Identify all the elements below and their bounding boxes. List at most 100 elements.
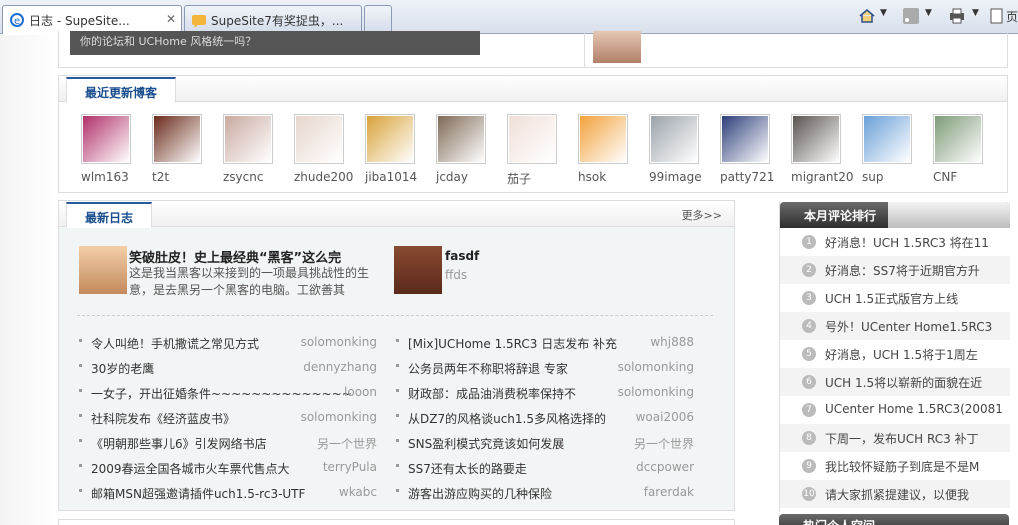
home-icon[interactable]: [858, 6, 876, 26]
blogger-name[interactable]: sup: [862, 170, 926, 184]
print-icon[interactable]: [948, 6, 966, 26]
log-title-link[interactable]: 财政部：成品油消费税率保持不: [408, 385, 576, 402]
log-list-item: SS7还有太长的路要走 dccpower: [396, 458, 694, 478]
chevron-down-icon[interactable]: ▼: [925, 8, 932, 28]
blogger-avatar[interactable]: [933, 114, 983, 164]
log-author-link[interactable]: terryPula: [323, 460, 377, 474]
blogger-item[interactable]: t2t: [152, 114, 216, 184]
log-author-link[interactable]: woai2006: [636, 410, 694, 424]
top-banner[interactable]: 你的论坛和 UCHome 风格统一吗？: [70, 31, 480, 55]
blogger-name[interactable]: jiba1014: [365, 170, 429, 184]
blogger-name[interactable]: zsycnc: [223, 170, 287, 184]
blogger-item[interactable]: zhude200: [294, 114, 358, 184]
log-author-link[interactable]: 另一个世界: [634, 435, 694, 452]
avatar-image: [296, 116, 342, 162]
rank-item-link[interactable]: UCenter Home 1.5RC3(20081: [825, 402, 1008, 416]
rank-item-link[interactable]: 请大家抓紧提建议，以便我: [825, 486, 1008, 503]
blogger-item[interactable]: jcday: [436, 114, 500, 184]
close-tab-icon[interactable]: ✕: [166, 12, 176, 26]
log-title-link[interactable]: 游客出游应购买的几种保险: [408, 485, 552, 502]
blogger-name[interactable]: migrant20: [791, 170, 855, 184]
log-title-link[interactable]: 社科院发布《经济蓝皮书》: [91, 410, 235, 427]
log-title-link[interactable]: 公务员两年不称职将辞退 专家: [408, 360, 568, 377]
log-author-link[interactable]: wkabc: [339, 485, 377, 499]
log-title-link[interactable]: 一女子，开出征婚条件~~~~~~~~~~~~~~: [91, 385, 352, 402]
blogger-item[interactable]: hsok: [578, 114, 642, 184]
blogger-name[interactable]: CNF: [933, 170, 997, 184]
rank-item-link[interactable]: UCH 1.5将以崭新的面貌在近: [825, 374, 1008, 391]
log-author-link[interactable]: solomonking: [618, 385, 694, 399]
log-title-link[interactable]: SNS盈利模式究竟该如何发展: [408, 435, 564, 452]
log-author-link[interactable]: 另一个世界: [317, 435, 377, 452]
top-avatar[interactable]: [593, 31, 641, 63]
new-tab-button[interactable]: [364, 5, 392, 33]
rank-item-link[interactable]: 我比较怀疑筋子到底是不是M: [825, 458, 1008, 475]
blogger-item[interactable]: wlm163: [81, 114, 145, 184]
page-menu-label[interactable]: 页: [1006, 8, 1018, 28]
feature2-thumbnail[interactable]: [394, 246, 442, 294]
more-link[interactable]: 更多>>: [682, 207, 722, 223]
latest-logs-title[interactable]: 最新日志: [66, 202, 153, 228]
blogger-avatar[interactable]: [862, 114, 912, 164]
blogger-name[interactable]: 99image: [649, 170, 713, 184]
blogger-item[interactable]: 99image: [649, 114, 713, 184]
log-author-link[interactable]: solomonking: [618, 360, 694, 374]
rank-item-link[interactable]: 好消息！UCH 1.5RC3 将在11: [825, 234, 1008, 251]
log-title-link[interactable]: 从DZ7的风格谈uch1.5多风格选择的: [408, 410, 606, 427]
feature-title[interactable]: 笑破肚皮！史上最经典“黑客”这么完: [129, 247, 341, 266]
log-title-link[interactable]: 2009春运全国各城市火车票代售点大: [91, 460, 290, 477]
rank-item-link[interactable]: 好消息：SS7将于近期官方升: [825, 262, 1008, 279]
blogger-item[interactable]: zsycnc: [223, 114, 287, 184]
rank-item-link[interactable]: 号外！UCenter Home1.5RC3: [825, 318, 1008, 335]
blogger-item[interactable]: jiba1014: [365, 114, 429, 184]
log-title-link[interactable]: SS7还有太长的路要走: [408, 460, 527, 477]
blogger-avatar[interactable]: [649, 114, 699, 164]
feed-icon[interactable]: [903, 6, 919, 26]
rank-item-link[interactable]: 下周一，发布UCH RC3 补丁: [825, 430, 1008, 447]
browser-tab-active[interactable]: e 日志 - SupeSite... ✕: [2, 5, 182, 34]
page-menu-icon[interactable]: [990, 6, 1004, 26]
log-author-link[interactable]: looon: [344, 385, 377, 399]
blogger-name[interactable]: zhude200: [294, 170, 358, 184]
log-title-link[interactable]: 《明朝那些事儿6》引发网络书店: [91, 435, 267, 452]
blogger-name[interactable]: wlm163: [81, 170, 145, 184]
blogger-avatar[interactable]: [507, 114, 557, 164]
log-author-link[interactable]: dennyzhang: [303, 360, 377, 374]
blogger-avatar[interactable]: [223, 114, 273, 164]
blogger-item[interactable]: sup: [862, 114, 926, 184]
log-author-link[interactable]: farerdak: [644, 485, 694, 499]
blogger-name[interactable]: 茄子: [507, 170, 571, 187]
log-author-link[interactable]: solomonking: [301, 335, 377, 349]
blogger-name[interactable]: t2t: [152, 170, 216, 184]
blogger-name[interactable]: hsok: [578, 170, 642, 184]
log-title-link[interactable]: [Mix]UCHome 1.5RC3 日志发布 补充: [408, 335, 617, 352]
blogger-name[interactable]: patty721: [720, 170, 784, 184]
blogger-avatar[interactable]: [578, 114, 628, 164]
rank-item-link[interactable]: 好消息，UCH 1.5将于1周左: [825, 346, 1008, 363]
blogger-avatar[interactable]: [152, 114, 202, 164]
recent-blogs-title[interactable]: 最近更新博客: [66, 77, 177, 103]
blogger-avatar[interactable]: [81, 114, 131, 164]
blogger-item[interactable]: CNF: [933, 114, 997, 184]
chevron-down-icon[interactable]: ▼: [880, 8, 887, 28]
blogger-avatar[interactable]: [791, 114, 841, 164]
feature2-title[interactable]: fasdf: [445, 249, 479, 263]
browser-tab[interactable]: SupeSite7有奖捉虫，...: [184, 5, 362, 33]
chevron-down-icon[interactable]: ▼: [972, 8, 979, 28]
blogger-avatar[interactable]: [294, 114, 344, 164]
feature-thumbnail[interactable]: [79, 246, 127, 294]
blogger-avatar[interactable]: [720, 114, 770, 164]
log-title-link[interactable]: 令人叫绝！手机撒谎之常见方式: [91, 335, 259, 352]
log-author-link[interactable]: whj888: [650, 335, 694, 349]
blogger-name[interactable]: jcday: [436, 170, 500, 184]
blogger-avatar[interactable]: [365, 114, 415, 164]
log-title-link[interactable]: 邮箱MSN超强邀请插件uch1.5-rc3-UTF: [91, 485, 305, 502]
blogger-item[interactable]: patty721: [720, 114, 784, 184]
blogger-avatar[interactable]: [436, 114, 486, 164]
blogger-item[interactable]: 茄子: [507, 114, 571, 187]
log-author-link[interactable]: dccpower: [636, 460, 694, 474]
log-author-link[interactable]: solomonking: [301, 410, 377, 424]
log-title-link[interactable]: 30岁的老鹰: [91, 360, 154, 377]
blogger-item[interactable]: migrant20: [791, 114, 855, 184]
rank-item-link[interactable]: UCH 1.5正式版官方上线: [825, 290, 1008, 307]
